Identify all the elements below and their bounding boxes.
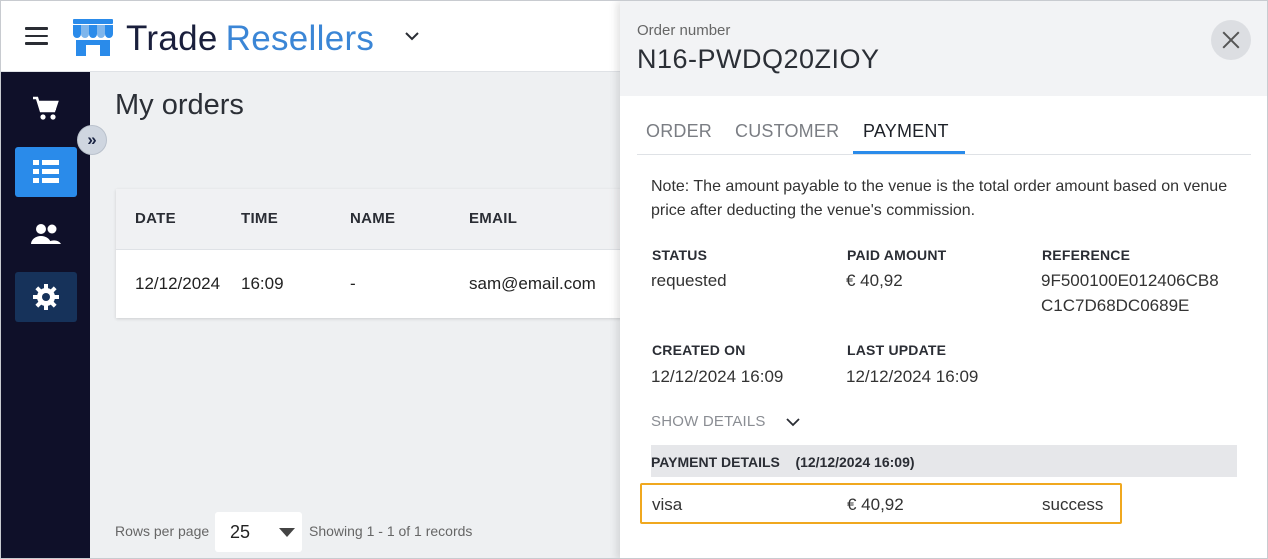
sidebar-item-cart[interactable] [15,84,77,134]
payment-detail-row: visa € 40,92 success [640,483,1122,524]
column-header-name[interactable]: NAME [350,210,395,227]
tab-order[interactable]: ORDER [646,121,712,142]
column-header-date[interactable]: DATE [135,210,176,227]
chevron-down-icon[interactable] [403,27,421,45]
sidebar-item-customers[interactable] [15,209,77,259]
order-detail-drawer: Order number N16-PWDQ20ZIOY ORDER CUSTOM… [620,1,1267,558]
payment-method: visa [652,495,683,514]
last-update-label: LAST UPDATE [847,342,947,358]
users-icon [31,224,61,244]
close-icon[interactable] [1211,20,1251,60]
payment-details-label: PAYMENT DETAILS [651,454,780,470]
dropdown-arrow-icon [279,528,295,537]
cell-date: 12/12/2024 [135,274,221,293]
paid-amount-label: PAID AMOUNT [847,247,947,263]
order-number: N16-PWDQ20ZIOY [637,44,880,74]
reference-value-line1: 9F500100E012406CB8 [1041,271,1219,290]
reference-label: REFERENCE [1042,247,1131,263]
payment-details-title: PAYMENT DETAILS (12/12/2024 16:09) [651,454,915,470]
brand-part1: Trade [126,19,218,58]
status-label: STATUS [652,247,708,263]
payment-details-timestamp: (12/12/2024 16:09) [795,454,915,470]
drawer-tabs: ORDER CUSTOMER PAYMENT [637,113,1251,155]
app-window: Trade Resellers » My orders DATE TIME NA… [0,0,1268,559]
payment-result: success [1042,495,1104,514]
sidebar-item-settings[interactable] [15,272,77,322]
tab-payment[interactable]: PAYMENT [863,121,949,142]
column-header-email[interactable]: EMAIL [469,210,517,227]
column-header-time[interactable]: TIME [241,210,278,227]
order-number-label: Order number [637,22,731,39]
show-details-toggle[interactable]: SHOW DETAILS [651,413,766,430]
drawer-header: Order number N16-PWDQ20ZIOY [620,1,1267,96]
records-count: Showing 1 - 1 of 1 records [309,523,473,539]
store-logo-icon [73,19,113,56]
created-on-value: 12/12/2024 16:09 [651,367,784,386]
created-on-label: CREATED ON [652,342,746,358]
active-tab-indicator [853,151,965,154]
list-icon [33,160,59,183]
payment-amount: € 40,92 [847,495,904,514]
gear-icon [33,284,59,310]
cell-email: sam@email.com [469,274,596,293]
paid-amount-value: € 40,92 [846,271,903,290]
rows-per-page-label: Rows per page [115,523,210,539]
chevron-down-icon[interactable] [785,414,801,430]
cart-icon [33,96,59,120]
tab-customer[interactable]: CUSTOMER [735,121,839,142]
last-update-value: 12/12/2024 16:09 [846,367,979,386]
table-header: DATE TIME NAME EMAIL [116,189,636,250]
page-title: My orders [115,89,244,121]
brand-part2: Resellers [225,19,375,58]
payment-details-header: PAYMENT DETAILS (12/12/2024 16:09) [651,445,1237,477]
orders-table: DATE TIME NAME EMAIL 12/12/2024 16:09 - … [116,189,636,318]
menu-icon[interactable] [25,27,48,45]
rows-per-page-value: 25 [230,522,251,542]
reference-value-line2: C1C7D68DC0689E [1041,296,1190,315]
rows-per-page-select[interactable]: 25 [215,512,302,552]
payment-note: Note: The amount payable to the venue is… [651,178,1228,219]
sidebar [1,72,90,558]
sidebar-expand-button[interactable]: » [77,125,107,155]
sidebar-item-orders[interactable] [15,147,77,197]
cell-time: 16:09 [241,274,284,293]
status-value: requested [651,271,727,290]
cell-name: - [350,274,356,293]
brand-name: Trade Resellers [126,19,374,59]
